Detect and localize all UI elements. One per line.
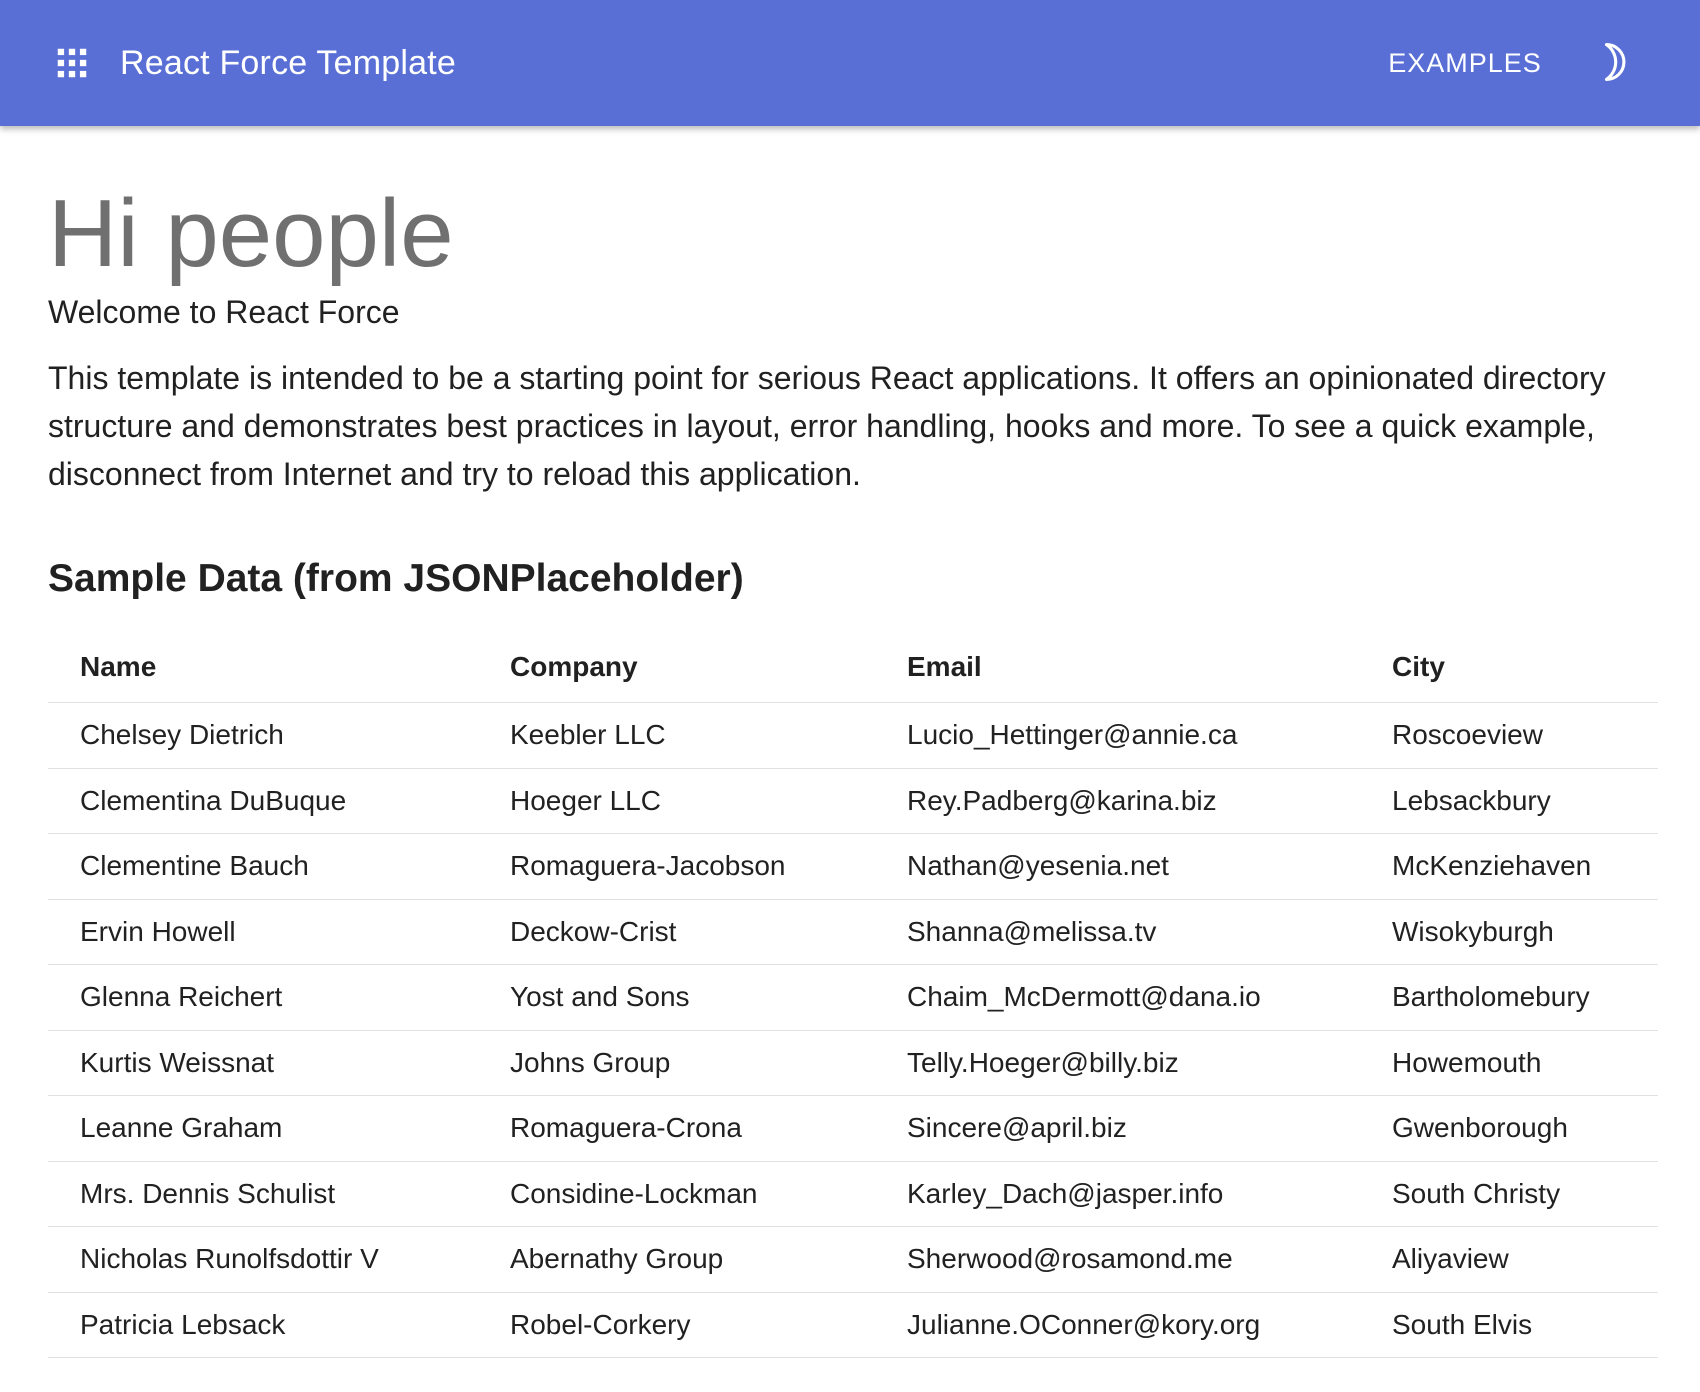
- page-title: Hi people: [48, 180, 454, 287]
- cell-email: Shanna@melissa.tv: [875, 899, 1360, 965]
- cell-company: Deckow-Crist: [478, 899, 875, 965]
- cell-name: Glenna Reichert: [48, 964, 478, 1031]
- cell-company: Considine-Lockman: [478, 1161, 875, 1227]
- main-content: Hi people Welcome to React Force This te…: [48, 126, 1658, 1358]
- cell-company: Romaguera-Crona: [478, 1095, 875, 1162]
- intro-paragraph: This template is intended to be a starti…: [48, 360, 1606, 492]
- cell-city: Gwenborough: [1360, 1095, 1658, 1162]
- examples-button[interactable]: EXAMPLES: [1380, 40, 1550, 86]
- cell-city: Lebsackbury: [1360, 768, 1658, 834]
- cell-city: Bartholomebury: [1360, 964, 1658, 1031]
- cell-city: South Elvis: [1360, 1292, 1658, 1358]
- sample-data-table: Name Company Email City Chelsey Dietrich…: [48, 632, 1658, 1358]
- column-header-city: City: [1360, 632, 1658, 703]
- cell-city: Aliyaview: [1360, 1226, 1658, 1293]
- cell-city: Howemouth: [1360, 1030, 1658, 1096]
- cell-city: South Christy: [1360, 1161, 1658, 1227]
- cell-email: Lucio_Hettinger@annie.ca: [875, 702, 1360, 769]
- cell-email: Karley_Dach@jasper.info: [875, 1161, 1360, 1227]
- cell-company: Johns Group: [478, 1030, 875, 1096]
- cell-email: Sincere@april.biz: [875, 1095, 1360, 1162]
- table-row: Ervin Howell Deckow-Crist Shanna@melissa…: [48, 899, 1658, 965]
- theme-toggle-button[interactable]: [1580, 30, 1644, 94]
- cell-company: Hoeger LLC: [478, 768, 875, 834]
- table-row: Nicholas Runolfsdottir V Abernathy Group…: [48, 1226, 1658, 1293]
- page-subtitle: Welcome to React Force: [48, 294, 400, 330]
- cell-name: Leanne Graham: [48, 1095, 478, 1162]
- table-row: Kurtis Weissnat Johns Group Telly.Hoeger…: [48, 1030, 1658, 1096]
- app-bar: React Force Template EXAMPLES: [0, 0, 1700, 126]
- cell-email: Nathan@yesenia.net: [875, 833, 1360, 900]
- cell-name: Chelsey Dietrich: [48, 702, 478, 769]
- table-row: Mrs. Dennis Schulist Considine-Lockman K…: [48, 1161, 1658, 1227]
- cell-name: Patricia Lebsack: [48, 1292, 478, 1358]
- table-header-row: Name Company Email City: [48, 632, 1658, 703]
- cell-name: Kurtis Weissnat: [48, 1030, 478, 1096]
- cell-name: Ervin Howell: [48, 899, 478, 965]
- table-row: Clementina DuBuque Hoeger LLC Rey.Padber…: [48, 768, 1658, 834]
- cell-name: Clementina DuBuque: [48, 768, 478, 834]
- cell-email: Julianne.OConner@kory.org: [875, 1292, 1360, 1358]
- table-row: Clementine Bauch Romaguera-Jacobson Nath…: [48, 833, 1658, 900]
- apps-grid-icon: [53, 44, 91, 82]
- column-header-company: Company: [478, 632, 875, 703]
- app-title: React Force Template: [120, 44, 456, 82]
- cell-company: Robel-Corkery: [478, 1292, 875, 1358]
- cell-city: Wisokyburgh: [1360, 899, 1658, 965]
- column-header-email: Email: [875, 632, 1360, 703]
- cell-name: Mrs. Dennis Schulist: [48, 1161, 478, 1227]
- cell-city: Roscoeview: [1360, 702, 1658, 769]
- column-header-name: Name: [48, 632, 478, 703]
- cell-city: McKenziehaven: [1360, 833, 1658, 900]
- table-row: Glenna Reichert Yost and Sons Chaim_McDe…: [48, 964, 1658, 1031]
- cell-company: Abernathy Group: [478, 1226, 875, 1293]
- cell-email: Chaim_McDermott@dana.io: [875, 964, 1360, 1031]
- cell-company: Keebler LLC: [478, 702, 875, 769]
- cell-email: Rey.Padberg@karina.biz: [875, 768, 1360, 834]
- table-row: Chelsey Dietrich Keebler LLC Lucio_Hetti…: [48, 702, 1658, 769]
- cell-company: Romaguera-Jacobson: [478, 833, 875, 900]
- sample-data-title: Sample Data (from JSONPlaceholder): [48, 557, 744, 600]
- table-row: Leanne Graham Romaguera-Crona Sincere@ap…: [48, 1095, 1658, 1162]
- moon-icon: [1590, 40, 1634, 84]
- table-row: Patricia Lebsack Robel-Corkery Julianne.…: [48, 1292, 1658, 1358]
- apps-menu-button[interactable]: [40, 28, 104, 98]
- cell-email: Sherwood@rosamond.me: [875, 1226, 1360, 1293]
- cell-email: Telly.Hoeger@billy.biz: [875, 1030, 1360, 1096]
- cell-name: Clementine Bauch: [48, 833, 478, 900]
- cell-company: Yost and Sons: [478, 964, 875, 1031]
- cell-name: Nicholas Runolfsdottir V: [48, 1226, 478, 1293]
